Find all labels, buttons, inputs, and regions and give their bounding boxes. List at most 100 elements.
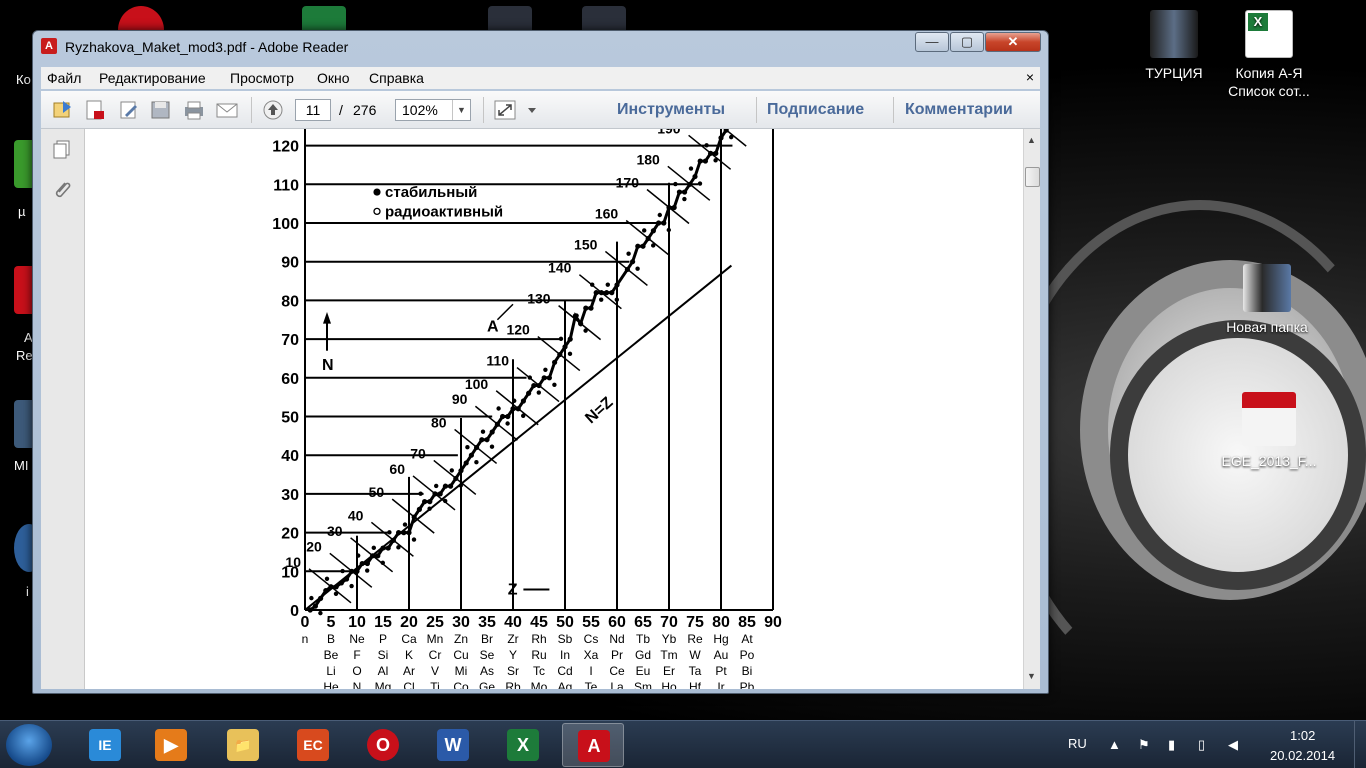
stable-nuclide-point: [318, 610, 323, 616]
stable-nuclide-point: [418, 491, 423, 496]
page-number-input[interactable]: 11: [295, 99, 331, 121]
stable-nuclide-point: [567, 336, 573, 342]
y-axis-label: N: [322, 357, 334, 374]
minimize-button[interactable]: —: [915, 32, 949, 52]
taskbar-app-explorer[interactable]: 📁: [212, 723, 274, 767]
element-symbol: Rh: [531, 632, 546, 646]
element-symbol: Po: [740, 648, 755, 662]
action-center-flag-icon[interactable]: ⚑: [1138, 737, 1150, 753]
comments-link[interactable]: Комментарии: [905, 101, 1013, 119]
folder-icon: [1243, 264, 1291, 312]
battery-icon[interactable]: ▯: [1198, 737, 1205, 753]
fit-page-icon[interactable]: [493, 99, 517, 121]
clock-time[interactable]: 1:02: [1290, 728, 1315, 743]
language-indicator[interactable]: RU: [1068, 736, 1087, 751]
element-symbol: Pr: [611, 648, 623, 662]
element-symbol: Co: [453, 680, 469, 689]
x-tick-label: 30: [452, 614, 470, 631]
x-tick-label: 90: [764, 614, 782, 631]
chevron-down-icon[interactable]: ▼: [452, 100, 470, 120]
close-document-button[interactable]: ×: [1026, 69, 1034, 85]
toolbar-options-icon[interactable]: [525, 99, 539, 121]
print-icon[interactable]: [182, 99, 206, 121]
opera-icon: O: [367, 729, 399, 761]
stable-nuclide-point: [626, 251, 631, 256]
create-pdf-icon[interactable]: [83, 99, 107, 121]
window-title: Ryzhakova_Maket_mod3.pdf - Adobe Reader: [65, 39, 349, 55]
x-tick-label: 25: [426, 614, 444, 631]
scroll-thumb[interactable]: [1025, 167, 1040, 187]
stable-nuclide-point: [364, 560, 370, 567]
attachments-icon[interactable]: [51, 179, 73, 201]
menu-help[interactable]: Справка: [369, 70, 424, 86]
toolbar-separator: [756, 97, 757, 123]
x-tick-label: 65: [634, 614, 652, 631]
page-thumbnails-icon[interactable]: [51, 139, 73, 161]
vertical-scrollbar[interactable]: ▲ ▼: [1023, 129, 1040, 689]
taskbar-app-excel[interactable]: X: [492, 723, 554, 767]
menu-file[interactable]: Файл: [47, 70, 81, 86]
maximize-button[interactable]: ▢: [950, 32, 984, 52]
save-icon[interactable]: [149, 99, 173, 121]
desktop-icon-ege-pdf[interactable]: EGE_2013_F...: [1214, 392, 1324, 470]
title-bar[interactable]: A Ryzhakova_Maket_mod3.pdf - Adobe Reade…: [33, 31, 1048, 61]
taskbar-app-word[interactable]: W: [422, 723, 484, 767]
isobar-label: 70: [410, 445, 426, 461]
show-hidden-icons-icon[interactable]: ▲: [1108, 737, 1121, 752]
isobar-line: [604, 250, 648, 287]
stability-line: [309, 129, 728, 612]
stable-nuclide-point: [484, 437, 490, 443]
element-symbol: Se: [480, 648, 495, 662]
stable-nuclide-point: [401, 530, 407, 536]
word-icon: W: [437, 729, 469, 761]
email-icon[interactable]: [215, 99, 239, 121]
isobar-label: 50: [369, 484, 385, 500]
menu-window[interactable]: Окно: [317, 70, 350, 86]
element-symbol: Sm: [634, 680, 652, 689]
edit-icon[interactable]: [117, 99, 141, 121]
taskbar-app-adobe-reader[interactable]: A: [562, 723, 624, 767]
stable-nuclide-point: [402, 522, 408, 527]
clock-date[interactable]: 20.02.2014: [1270, 748, 1335, 763]
close-button[interactable]: ✕: [985, 32, 1041, 52]
open-icon[interactable]: [51, 99, 75, 121]
isobar-label: 130: [527, 291, 551, 307]
element-symbol: I: [589, 664, 592, 678]
stable-nuclide-point: [614, 297, 619, 302]
menu-bar: Файл Редактирование Просмотр Окно Справк…: [41, 67, 1040, 89]
stable-nuclide-point: [567, 351, 573, 357]
stable-nuclide-point: [422, 499, 428, 505]
x-tick-label: 0: [301, 614, 310, 631]
stable-nuclide-point: [552, 359, 558, 365]
element-symbol: Ho: [661, 680, 677, 689]
y-tick-label: 90: [281, 255, 299, 272]
desktop-icon-new-folder[interactable]: Новая папка: [1212, 264, 1322, 336]
scroll-down-arrow[interactable]: ▼: [1027, 671, 1036, 681]
menu-edit[interactable]: Редактирование: [99, 70, 206, 86]
scroll-up-arrow[interactable]: ▲: [1027, 135, 1036, 145]
show-desktop-button[interactable]: [1354, 721, 1366, 768]
start-button[interactable]: [6, 724, 52, 766]
stable-nuclide-point: [635, 243, 641, 249]
taskbar-app-opera[interactable]: O: [352, 723, 414, 767]
tools-link[interactable]: Инструменты: [617, 101, 725, 119]
taskbar-app-ec[interactable]: EC: [282, 723, 344, 767]
zoom-select[interactable]: 102% ▼: [395, 99, 471, 121]
desktop-icon-copy-a-ya[interactable]: X Копия А-Я Список сот...: [1214, 10, 1324, 100]
menu-view[interactable]: Просмотр: [230, 70, 294, 86]
desktop-icon-turkey[interactable]: ТУРЦИЯ: [1119, 10, 1229, 82]
element-symbol: Ru: [531, 648, 546, 662]
taskbar-app-ie[interactable]: IE: [74, 723, 136, 767]
desktop-icon-label: Новая папка: [1226, 319, 1308, 335]
taskbar-app-player[interactable]: ▶: [140, 723, 202, 767]
x-tick-label: 5: [327, 614, 336, 631]
signal-strength-icon[interactable]: ▮: [1168, 737, 1175, 753]
stable-nuclide-point: [697, 181, 703, 186]
stable-nuclide-point: [630, 259, 636, 265]
previous-page-icon[interactable]: [261, 99, 285, 121]
sign-link[interactable]: Подписание: [767, 101, 864, 119]
volume-icon[interactable]: ◀: [1228, 737, 1238, 753]
isobar-label: 80: [431, 414, 447, 430]
page-total: 276: [353, 102, 377, 118]
toolbar-separator: [893, 97, 894, 123]
